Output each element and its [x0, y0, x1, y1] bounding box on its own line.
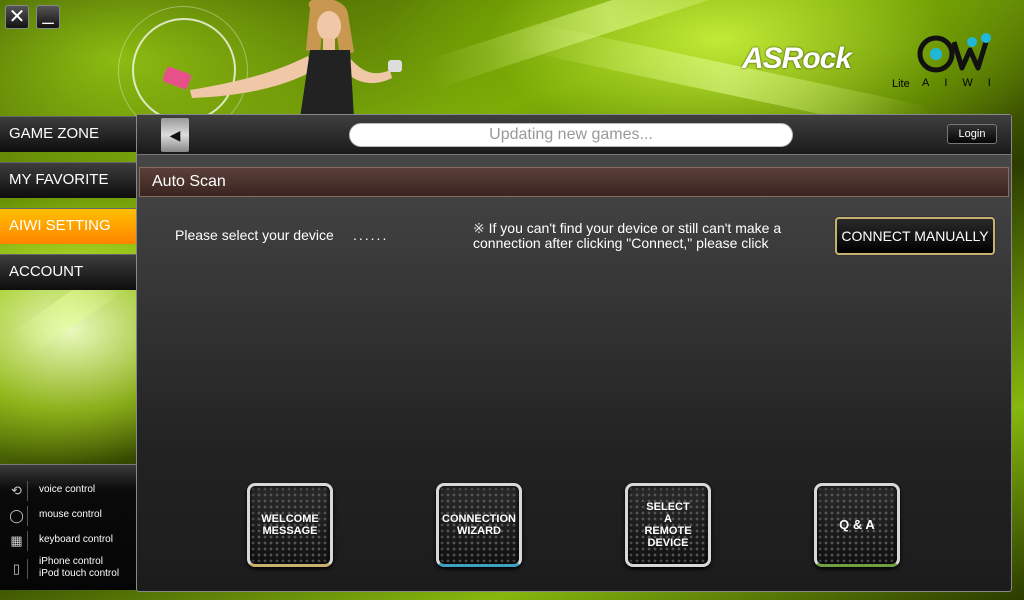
tile-label: SELECT [646, 501, 690, 513]
note-mark: ※ [473, 220, 485, 236]
menu-item-my-favorite[interactable]: MY FAVORITE [0, 162, 136, 198]
edition-label: Lite [892, 78, 910, 90]
iphone-control-item[interactable]: ▯ iPhone control iPod touch control [0, 554, 136, 584]
voice-control-item[interactable]: ⟲ voice control [0, 479, 136, 504]
close-icon: ✕ [8, 6, 26, 28]
tile-label: Q & A [839, 517, 875, 532]
note-text: If you can't find your device or still c… [473, 220, 782, 251]
tile-label: WELCOME [261, 513, 319, 525]
menu-item-account[interactable]: ACCOUNT [0, 254, 136, 290]
menu-item-aiwi-setting[interactable]: AIWI SETTING [0, 208, 160, 245]
tile-label: REMOTE [644, 525, 692, 537]
product-letters: AIWI [922, 77, 1006, 89]
keyboard-control-label: keyboard control [39, 534, 113, 545]
welcome-message-button[interactable]: WELCOME MESSAGE [247, 483, 333, 567]
promo-person-image [162, 0, 402, 118]
control-modes-panel: ⟲ voice control ◯ mouse control ▦ keyboa… [0, 464, 136, 590]
mouse-control-item[interactable]: ◯ mouse control [0, 504, 136, 529]
tile-label: A [664, 513, 672, 525]
device-prompt: Please select your device [175, 227, 334, 243]
minimize-icon: _ [42, 3, 54, 25]
scanning-dots: ...... [353, 227, 389, 243]
section-title: Auto Scan [139, 167, 1009, 197]
chevron-left-icon: ◀ [169, 127, 181, 143]
iphone-icon: ▯ [6, 559, 28, 579]
close-button[interactable]: ✕ [5, 5, 29, 29]
voice-control-icon: ⟲ [6, 481, 28, 501]
ipod-control-label: iPod touch control [39, 568, 120, 579]
login-button[interactable]: Login [947, 124, 997, 144]
tile-label: MESSAGE [262, 525, 318, 537]
mouse-icon: ◯ [6, 506, 28, 526]
tile-label: WIZARD [456, 525, 501, 537]
keyboard-icon: ▦ [6, 531, 28, 551]
minimize-button[interactable]: _ [36, 3, 60, 29]
voice-control-label: voice control [39, 484, 96, 495]
connect-manually-button[interactable]: CONNECT MANUALLY [835, 217, 995, 255]
menu-item-game-zone[interactable]: GAME ZONE [0, 116, 136, 152]
qa-button[interactable]: Q & A [814, 483, 900, 567]
select-remote-device-button[interactable]: SELECT A REMOTE DEVICE [625, 483, 711, 567]
top-bar: ◀ Updating new games... Login [137, 115, 1011, 155]
keyboard-control-item[interactable]: ▦ keyboard control [0, 529, 136, 554]
back-button[interactable]: ◀ [161, 118, 189, 152]
main-panel: ◀ Updating new games... Login Auto Scan … [136, 114, 1012, 592]
asrock-logo: ASRock [742, 42, 852, 75]
mouse-control-label: mouse control [39, 509, 102, 520]
iphone-control-label: iPhone control [39, 556, 103, 567]
connection-help-note: ※ If you can't find your device or still… [473, 221, 825, 251]
tile-label: CONNECTION [442, 513, 516, 525]
connection-wizard-button[interactable]: CONNECTION WIZARD [436, 483, 522, 567]
tile-label: DEVICE [647, 537, 689, 549]
status-bar: Updating new games... [349, 123, 793, 147]
